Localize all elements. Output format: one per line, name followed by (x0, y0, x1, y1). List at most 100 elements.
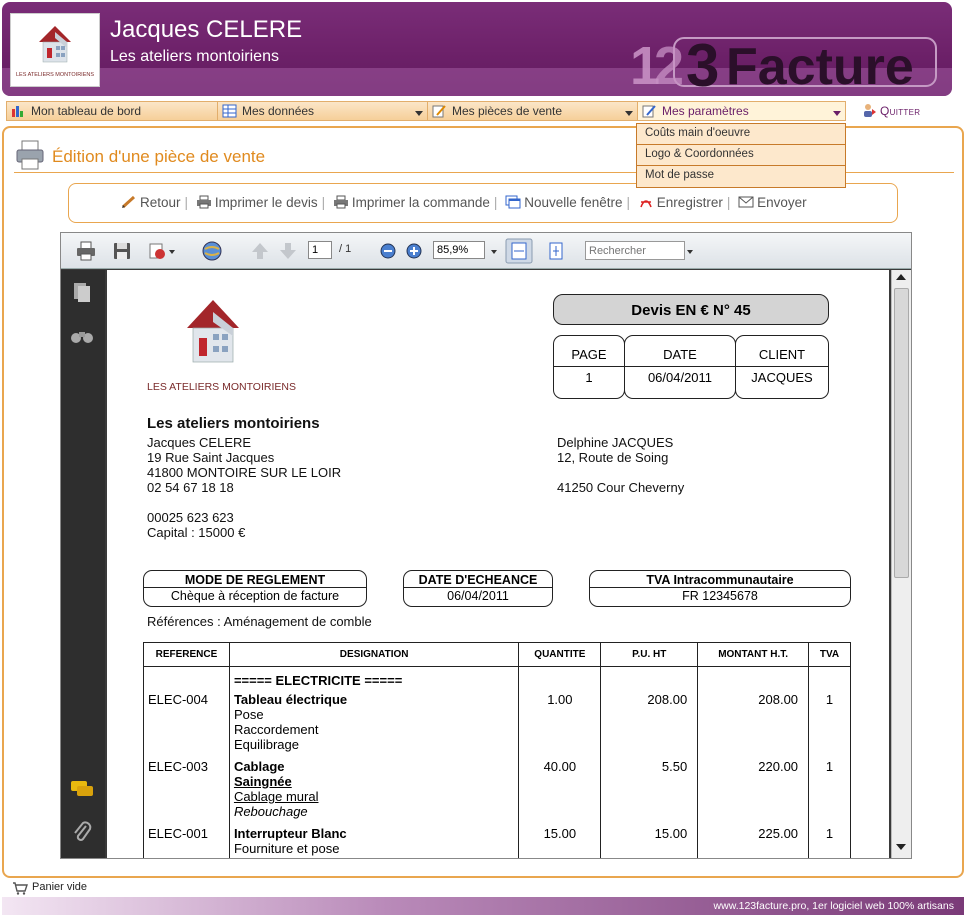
pdf-icon (640, 200, 652, 208)
save-button[interactable]: Enregistrer (638, 195, 723, 210)
printer-icon[interactable] (75, 240, 97, 262)
arrow-down-icon[interactable] (277, 240, 299, 262)
printer-icon (196, 195, 211, 209)
user-exit-icon (864, 104, 876, 117)
pdf-scrollbar[interactable] (891, 270, 911, 858)
back-button[interactable]: Retour (121, 195, 181, 210)
page-info-box (553, 335, 625, 399)
row-total: 220.00 (697, 757, 810, 824)
main-nav: Mon tableau de bord Mes données Mes pièc… (6, 101, 846, 121)
row-designation: Cablage Saingnée Cablage mural Rebouchag… (228, 757, 520, 824)
row-ref: ELEC-004 (143, 690, 230, 757)
arrow-up-icon[interactable] (249, 240, 271, 262)
table-section-row: ===== ELECTRICITE ===== (143, 666, 851, 690)
row-line: Rebouchage (233, 804, 308, 819)
info-divider (553, 366, 829, 367)
row-title: Interrupteur Blanc (233, 826, 347, 841)
brand-logo: 1 2 3 Facture (630, 32, 937, 90)
chevron-down-icon[interactable] (489, 240, 499, 262)
customer-address: Delphine JACQUES 12, Route de Soing 4125… (557, 435, 684, 495)
row-pu: 208.00 (600, 690, 699, 757)
table-row: ELEC-004 Tableau électrique Pose Raccord… (143, 690, 851, 757)
row-line: Cablage mural (233, 789, 319, 804)
info-header-client: CLIENT (758, 347, 806, 362)
row-line: Saingnée (233, 774, 292, 789)
action-toolbar: Retour | Imprimer le devis | Imprimer la c… (68, 183, 898, 223)
comments-icon[interactable] (69, 778, 95, 800)
quit-button[interactable]: Quitter (862, 103, 920, 118)
logo-caption: LES ATELIERS MONTOIRIENS (16, 72, 94, 78)
pdf-viewer: / 1 85,9% (60, 232, 912, 859)
payment-mode-value: Chèque à réception de facture (144, 587, 366, 603)
row-total: 225.00 (697, 824, 810, 858)
row-tva: 1 (808, 824, 851, 858)
col-vat: TVA (808, 642, 851, 667)
info-header-page: PAGE (571, 347, 607, 362)
company-phone: 02 54 67 18 18 (147, 480, 234, 495)
settings-pencil-icon (642, 105, 656, 118)
table-icon (222, 104, 237, 118)
nav-dashboard[interactable]: Mon tableau de bord (6, 101, 218, 121)
nav-data[interactable]: Mes données (217, 101, 428, 121)
nav-settings[interactable]: Mes paramètres (637, 101, 846, 121)
fit-width-icon[interactable] (505, 238, 533, 264)
customer-address1: 12, Route de Soing (557, 450, 669, 465)
attachment-icon[interactable] (71, 820, 93, 844)
info-header-date: DATE (663, 347, 697, 362)
scroll-down-icon[interactable] (895, 842, 907, 852)
scroll-up-icon[interactable] (895, 272, 907, 282)
chevron-down-icon (415, 111, 423, 116)
due-date-value: 06/04/2011 (404, 587, 552, 603)
footer-strip: www.123facture.pro, 1er logiciel web 100… (2, 897, 964, 915)
cart-status[interactable]: Panier vide (32, 881, 87, 893)
svg-text:Facture: Facture (726, 38, 914, 90)
row-designation: Interrupteur Blanc Fourniture et pose (228, 824, 520, 858)
row-qty: 1.00 (518, 690, 602, 757)
app-subtitle: Les ateliers montoiriens (110, 48, 279, 65)
footer-bar: Panier vide (2, 879, 964, 897)
fit-page-icon[interactable] (545, 240, 567, 262)
print-order-button[interactable]: Imprimer la commande (333, 195, 490, 210)
main-panel: Édition d'une pièce de vente Retour | Imp… (2, 126, 964, 878)
col-amount: MONTANT H.T. (697, 642, 810, 667)
send-button[interactable]: Envoyer (738, 195, 807, 210)
nav-sales-docs[interactable]: Mes pièces de vente (427, 101, 638, 121)
menu-item-password[interactable]: Mot de passe (637, 166, 845, 187)
row-line: Raccordement (233, 722, 319, 737)
settings-dropdown: Coûts main d'oeuvre Logo & Coordonnées M… (636, 123, 846, 188)
row-title: Tableau électrique (233, 692, 348, 707)
company-address: Jacques CELERE 19 Rue Saint Jacques 4180… (147, 435, 341, 540)
chevron-down-icon[interactable] (685, 240, 695, 262)
pdf-search-input[interactable] (585, 241, 685, 260)
page-number-input[interactable] (308, 241, 332, 259)
vat-label: TVA Intracommunautaire (646, 573, 794, 587)
zoom-in-icon[interactable] (405, 240, 423, 262)
client-info-box (735, 335, 829, 399)
nav-dashboard-label: Mon tableau de bord (31, 104, 142, 118)
vat-box: TVA Intracommunautaire FR 12345678 (589, 570, 851, 607)
menu-item-logo-contact[interactable]: Logo & Coordonnées (637, 145, 845, 166)
section-title: ===== ELECTRICITE ===== (228, 666, 520, 690)
scroll-thumb[interactable] (894, 288, 909, 578)
comment-tools-icon[interactable] (147, 240, 177, 262)
page-title: Édition d'une pièce de vente (52, 147, 266, 166)
row-qty: 40.00 (518, 757, 602, 824)
menu-item-labor-costs[interactable]: Coûts main d'oeuvre (637, 124, 845, 145)
pdf-toolbar: / 1 85,9% (61, 233, 911, 269)
svg-text:3: 3 (686, 32, 719, 90)
table-row: ELEC-001 Interrupteur Blanc Fourniture e… (143, 824, 851, 858)
customer-name: Delphine JACQUES (557, 435, 674, 450)
chart-icon (12, 106, 23, 117)
zoom-out-icon[interactable] (379, 240, 397, 262)
binoculars-icon[interactable] (69, 324, 95, 346)
company-address2: 41800 MONTOIRE SUR LE LOIR (147, 465, 342, 480)
pages-icon[interactable] (71, 280, 93, 304)
globe-icon[interactable] (201, 240, 223, 262)
zoom-select[interactable]: 85,9% (433, 241, 485, 259)
print-quote-button[interactable]: Imprimer le devis (196, 195, 318, 210)
new-window-button[interactable]: Nouvelle fenêtre (505, 195, 623, 210)
save-disk-icon[interactable] (111, 240, 133, 262)
print-quote-label: Imprimer le devis (214, 195, 318, 210)
row-pu: 15.00 (600, 824, 699, 858)
due-date-label: DATE D'ECHEANCE (418, 573, 538, 587)
